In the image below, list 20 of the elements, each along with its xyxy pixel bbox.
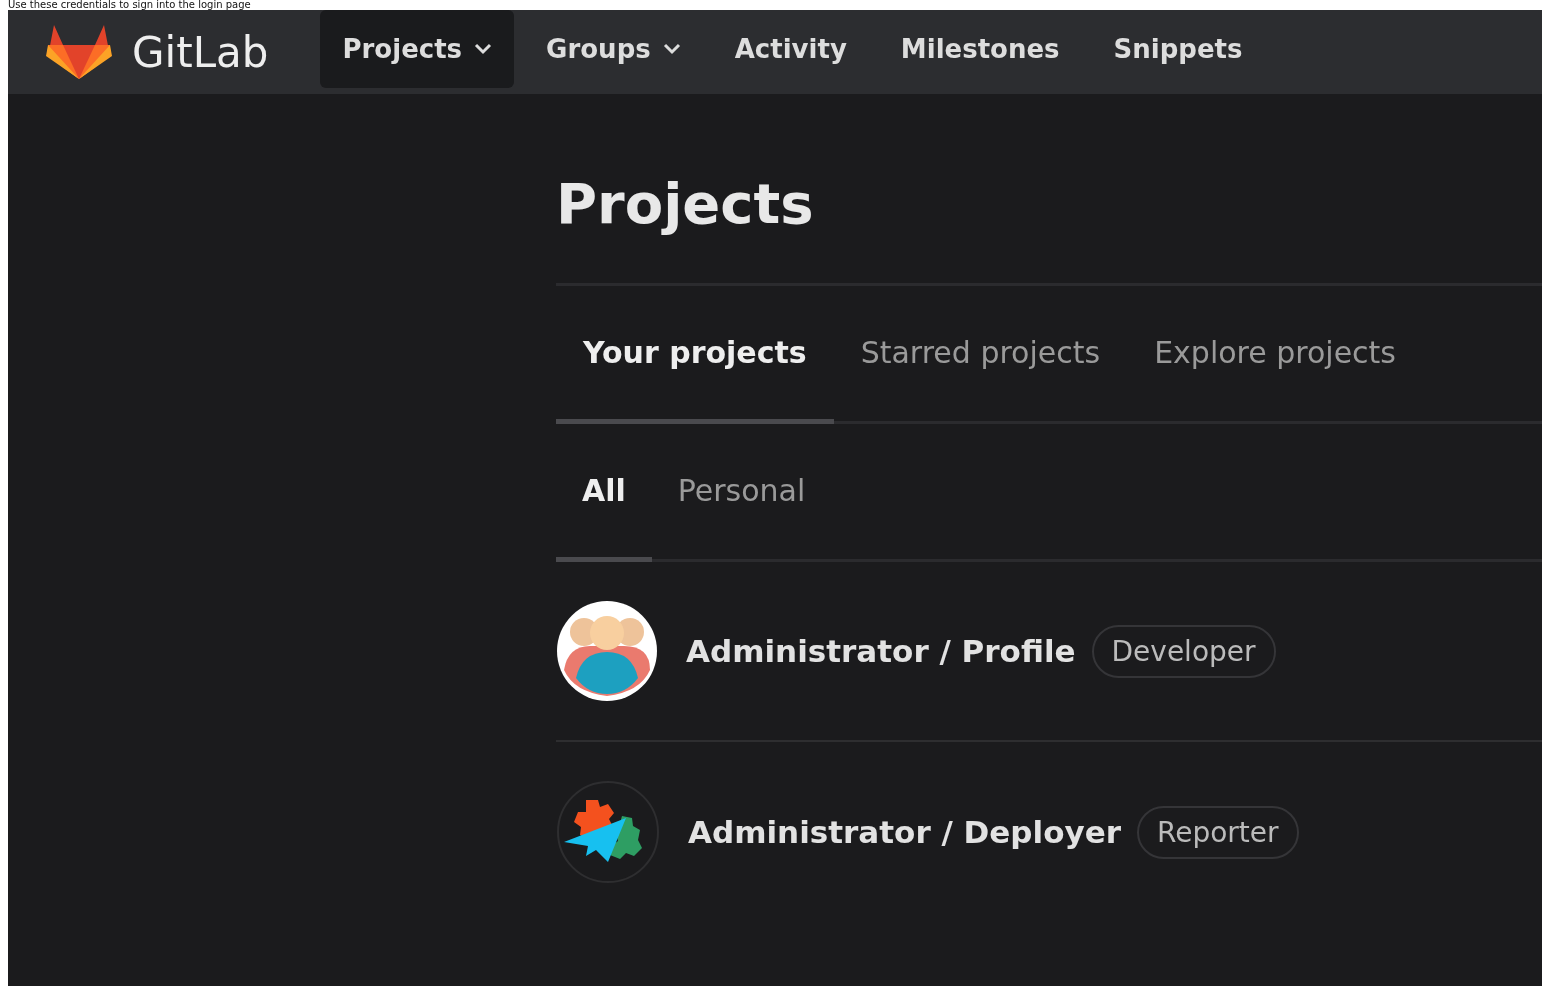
- role-badge: Reporter: [1137, 805, 1299, 859]
- nav-item[interactable]: Projects: [320, 10, 515, 88]
- fox-logo-icon[interactable]: [46, 23, 112, 81]
- nav-item[interactable]: Milestones: [878, 10, 1082, 88]
- nav-item[interactable]: Activity: [712, 10, 869, 88]
- caption-text: Use these credentials to sign into the login page: [7, 0, 252, 10]
- avatar-gears-plane-icon: [556, 780, 660, 884]
- role-badge: Developer: [1091, 624, 1276, 678]
- project-name-link[interactable]: Administrator / Profile: [686, 633, 1076, 669]
- page-title: Projects: [556, 94, 1542, 286]
- brand-name: GitLab: [132, 27, 269, 77]
- tab[interactable]: Explore projects: [1127, 286, 1423, 424]
- filter-tab[interactable]: Personal: [651, 424, 832, 562]
- project-name-link[interactable]: Administrator / Deployer: [688, 814, 1121, 850]
- nav-item[interactable]: Snippets: [1091, 10, 1265, 88]
- tab[interactable]: Starred projects: [833, 286, 1128, 424]
- avatar-people-icon: [556, 600, 658, 702]
- filter-tab[interactable]: All: [556, 424, 652, 562]
- tab[interactable]: Your projects: [556, 286, 834, 424]
- nav-item[interactable]: Groups: [524, 10, 703, 88]
